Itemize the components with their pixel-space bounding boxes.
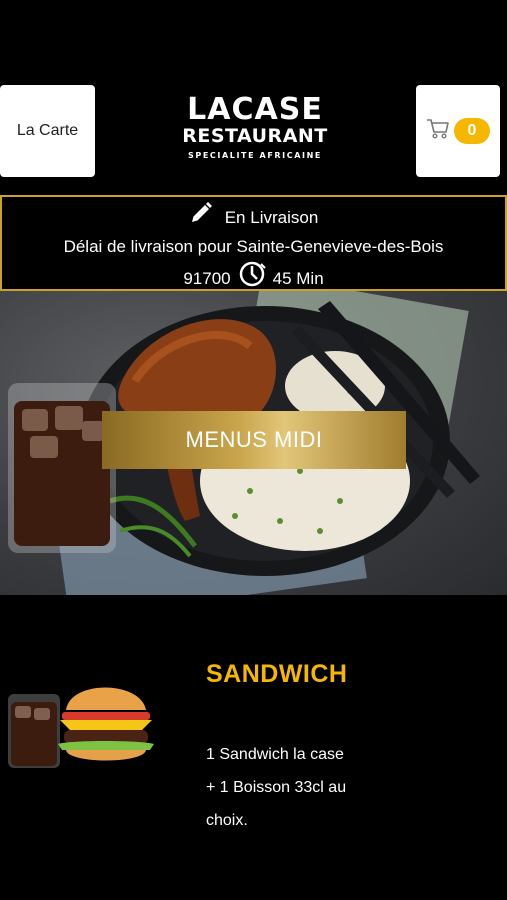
cart-count-badge: 0 <box>454 118 490 144</box>
delivery-info-box[interactable]: En Livraison Délai de livraison pour Sai… <box>0 195 507 291</box>
product-desc-line-2: + 1 Boisson 33cl au <box>206 779 347 796</box>
delivery-duration: 45 Min <box>272 268 324 288</box>
logo-line-2: RESTAURANT <box>182 125 328 147</box>
sandwich-illustration <box>8 687 154 768</box>
la-carte-label: La Carte <box>16 122 79 139</box>
product-desc-line-1: 1 Sandwich la case <box>206 746 344 763</box>
product-desc-line-3: choix. <box>206 812 248 829</box>
postal-code: 91700 <box>183 268 231 288</box>
cart-icon <box>426 118 450 145</box>
logo-line-1: LACASE <box>187 92 323 127</box>
la-carte-button[interactable]: La Carte <box>0 85 95 177</box>
delivery-delay-text: Délai de livraison pour Sainte-Genevieve… <box>63 237 444 256</box>
menus-midi-button[interactable]: MENUS MIDI <box>102 411 406 469</box>
pencil-icon <box>189 201 213 233</box>
header: La Carte LACASE RESTAURANT SPECIALITE AF… <box>0 0 507 190</box>
product-title[interactable]: SANDWICH <box>206 660 348 689</box>
menus-midi-label: MENUS MIDI <box>185 427 323 452</box>
sandwich-product-image[interactable] <box>0 670 160 780</box>
restaurant-logo[interactable]: LACASE RESTAURANT SPECIALITE AFRICAINE <box>170 92 340 161</box>
logo-line-3: SPECIALITE AFRICAINE <box>188 151 322 160</box>
delivery-mode-row: En Livraison <box>2 201 505 233</box>
delivery-mode-label: En Livraison <box>224 207 319 227</box>
product-description: 1 Sandwich la case + 1 Boisson 33cl au c… <box>206 738 406 837</box>
cart-button[interactable]: 0 <box>416 85 500 177</box>
